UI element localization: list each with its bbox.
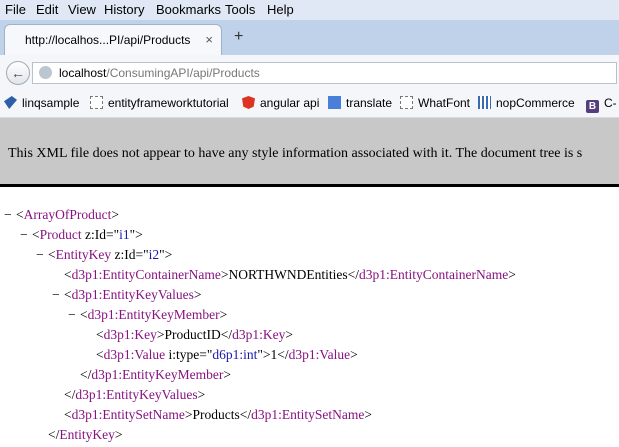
linq-icon bbox=[4, 96, 17, 109]
menu-tools[interactable]: Tools bbox=[225, 2, 255, 17]
menu-edit[interactable]: Edit bbox=[36, 2, 58, 17]
bookmark-nopcommerce[interactable]: nopCommerce bbox=[478, 96, 575, 110]
back-arrow-icon: ← bbox=[11, 65, 25, 81]
menu-file[interactable]: File bbox=[5, 2, 26, 17]
bookmark-label: C- bbox=[604, 96, 617, 110]
attr-name: i:type bbox=[168, 347, 200, 362]
xml-tree: − <ArrayOfProduct> − <Product z:Id="i1"> −… bbox=[0, 190, 619, 442]
bootstrap-icon: B bbox=[586, 100, 599, 113]
url-path: /ConsumingAPI/api/Products bbox=[106, 66, 260, 80]
xml-line-entitykeyvalues: − <d3p1:EntityKeyValues> bbox=[52, 287, 202, 303]
collapse-toggle[interactable]: − bbox=[4, 207, 16, 223]
xml-info-banner: This XML file does not appear to have an… bbox=[0, 118, 619, 187]
xml-line-entitykey: − <EntityKey z:Id="i2"> bbox=[36, 247, 173, 263]
attr-value: d6p1:int bbox=[212, 347, 258, 362]
tag-name: EntityKey bbox=[59, 427, 115, 442]
url-text: localhost/ConsumingAPI/api/Products bbox=[59, 66, 260, 80]
tab-products[interactable]: http://localhos...PI/api/Products × bbox=[4, 24, 222, 55]
text-value: NORTHWNDEntities bbox=[228, 267, 348, 282]
translate-icon bbox=[328, 96, 341, 109]
tab-title: http://localhos...PI/api/Products bbox=[25, 33, 191, 47]
tag-name: d3p1:Key bbox=[103, 327, 157, 342]
navigation-bar: localhost/ConsumingAPI/api/Products ← bbox=[0, 55, 619, 90]
attr-name: z:Id bbox=[85, 227, 106, 242]
xml-line-entitycontainername: <d3p1:EntityContainerName>NORTHWNDEntiti… bbox=[64, 267, 516, 282]
angular-icon bbox=[242, 96, 255, 109]
menu-bookmarks[interactable]: Bookmarks bbox=[156, 2, 221, 17]
bookmark-translate[interactable]: translate bbox=[328, 96, 392, 110]
xml-line-entitykeyvalues-close: </d3p1:EntityKeyValues> bbox=[64, 387, 206, 402]
collapse-toggle[interactable]: − bbox=[36, 247, 48, 263]
attr-value: i1 bbox=[119, 227, 130, 242]
collapse-toggle[interactable]: − bbox=[52, 287, 64, 303]
tag-name: d3p1:EntityKeyValues bbox=[71, 287, 194, 302]
xml-line-entitykeymember: − <d3p1:EntityKeyMember> bbox=[68, 307, 228, 323]
xml-line-key: <d3p1:Key>ProductID</d3p1:Key> bbox=[96, 327, 293, 342]
url-bar[interactable]: localhost/ConsumingAPI/api/Products bbox=[32, 62, 617, 84]
globe-icon bbox=[39, 66, 52, 79]
xml-line-product: − <Product z:Id="i1"> bbox=[20, 227, 143, 243]
tag-name: d3p1:EntityContainerName bbox=[71, 267, 221, 282]
tag-name: ArrayOfProduct bbox=[23, 207, 112, 222]
tag-name: Product bbox=[39, 227, 82, 242]
xml-info-text: This XML file does not appear to have an… bbox=[8, 146, 583, 161]
menu-view[interactable]: View bbox=[68, 2, 96, 17]
xml-line-entitykeymember-close: </d3p1:EntityKeyMember> bbox=[80, 367, 231, 382]
bookmark-entityframeworktutorial[interactable]: entityframeworktutorial bbox=[90, 96, 229, 110]
xml-line-entitykey-close: </EntityKey> bbox=[48, 427, 123, 442]
xml-line-entitysetname: <d3p1:EntitySetName>Products</d3p1:Entit… bbox=[64, 407, 372, 422]
tag-name: d3p1:Value bbox=[288, 347, 351, 362]
menu-help[interactable]: Help bbox=[267, 2, 294, 17]
bookmark-label: angular api bbox=[260, 96, 320, 110]
tag-name: d3p1:EntitySetName bbox=[251, 407, 365, 422]
bookmark-whatfont[interactable]: WhatFont bbox=[400, 96, 470, 110]
tag-name: EntityKey bbox=[55, 247, 112, 262]
nopcommerce-icon bbox=[478, 96, 491, 109]
new-tab-button[interactable]: + bbox=[234, 28, 243, 46]
tag-name: d3p1:Value bbox=[103, 347, 166, 362]
bookmark-c[interactable]: B C- bbox=[586, 96, 617, 113]
page-icon bbox=[90, 96, 103, 109]
tab-close-button[interactable]: × bbox=[205, 32, 213, 47]
back-button[interactable]: ← bbox=[6, 61, 30, 85]
attr-name: z:Id bbox=[114, 247, 136, 262]
bookmark-angular-api[interactable]: angular api bbox=[242, 96, 319, 110]
menu-bar: File Edit View History Bookmarks Tools H… bbox=[0, 0, 619, 20]
tag-name: d3p1:Key bbox=[232, 327, 286, 342]
tag-name: d3p1:EntityContainerName bbox=[359, 267, 509, 282]
tag-name: d3p1:EntityKeyValues bbox=[75, 387, 198, 402]
bookmark-label: translate bbox=[346, 96, 393, 110]
collapse-toggle[interactable]: − bbox=[68, 307, 80, 323]
tag-name: d3p1:EntityKeyMember bbox=[91, 367, 224, 382]
bookmark-label: nopCommerce bbox=[496, 96, 575, 110]
xml-line-value: <d3p1:Value i:type="d6p1:int">1</d3p1:Va… bbox=[96, 347, 358, 362]
menu-history[interactable]: History bbox=[104, 2, 144, 17]
bookmark-label: WhatFont bbox=[418, 96, 471, 110]
url-host: localhost bbox=[59, 66, 107, 80]
page-icon bbox=[400, 96, 413, 109]
tag-name: d3p1:EntityKeyMember bbox=[87, 307, 220, 322]
tab-strip: http://localhos...PI/api/Products × + bbox=[0, 20, 619, 55]
attr-value: i2 bbox=[148, 247, 160, 262]
bookmark-linqsample[interactable]: linqsample bbox=[4, 96, 79, 110]
bookmark-label: entityframeworktutorial bbox=[108, 96, 229, 110]
text-value: ProductID bbox=[164, 327, 221, 342]
bookmark-label: linqsample bbox=[22, 96, 80, 110]
xml-line-arrayofproduct: − <ArrayOfProduct> bbox=[4, 207, 119, 223]
bookmarks-toolbar: linqsample entityframeworktutorial angul… bbox=[0, 90, 619, 118]
tag-name: d3p1:EntitySetName bbox=[71, 407, 185, 422]
collapse-toggle[interactable]: − bbox=[20, 227, 32, 243]
text-value: Products bbox=[192, 407, 240, 422]
